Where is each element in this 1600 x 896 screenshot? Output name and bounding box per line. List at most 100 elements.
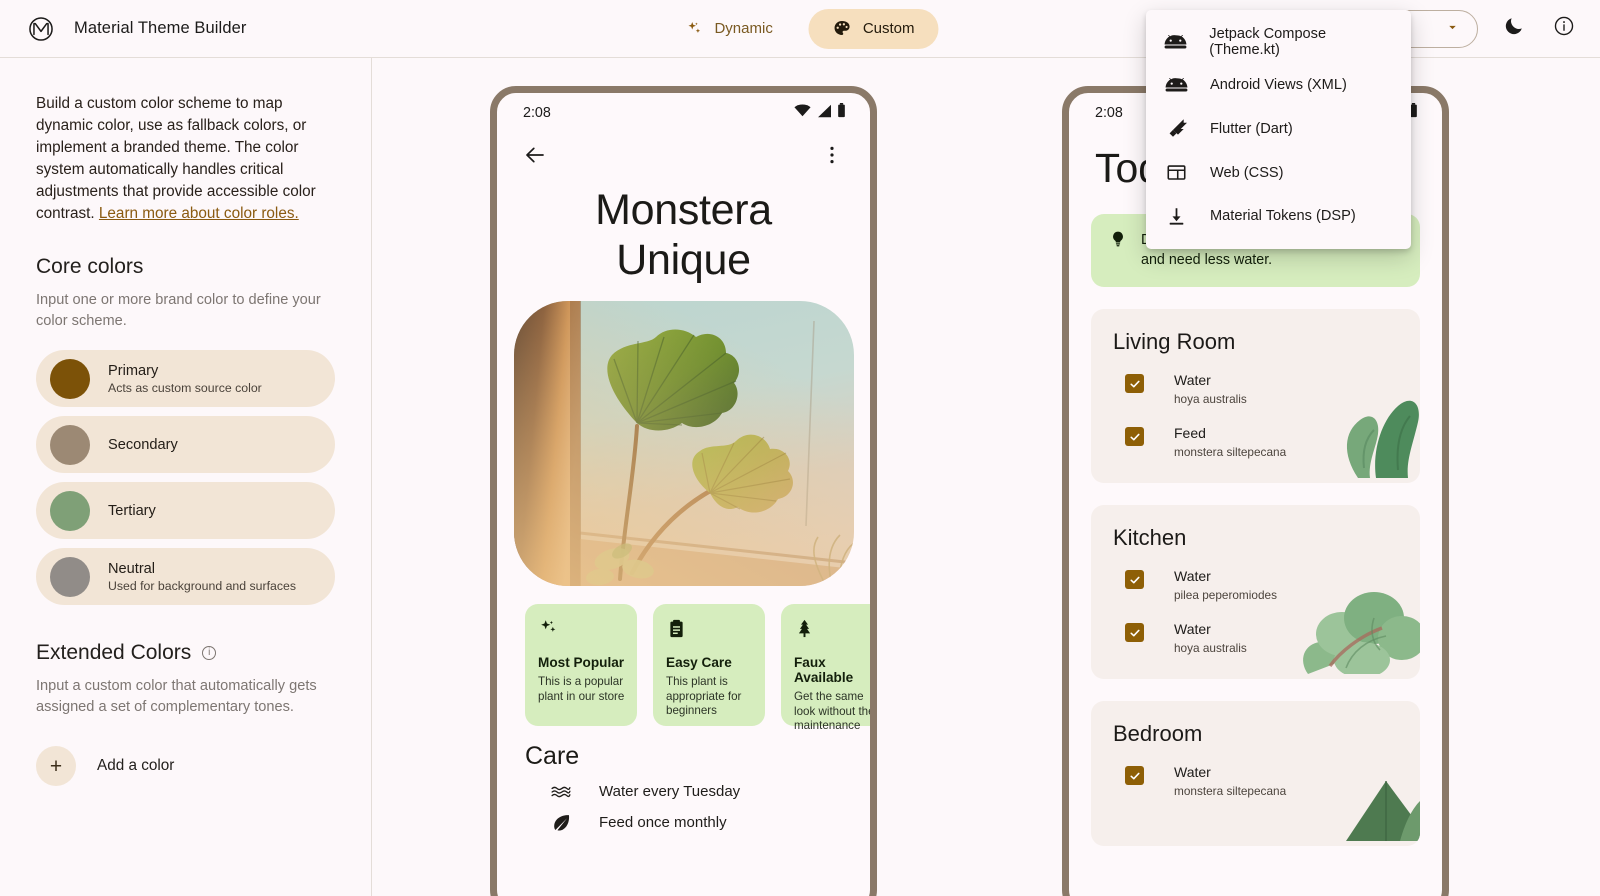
feature-card-desc: Get the same look without the maintenanc…	[794, 690, 875, 732]
color-dot-neutral[interactable]	[50, 556, 90, 597]
menu-item-material-tokens[interactable]: Material Tokens (DSP)	[1146, 194, 1411, 238]
task-plant: monstera siltepecana	[1174, 445, 1287, 459]
brand: Material Theme Builder	[0, 16, 246, 42]
water-waves-icon	[549, 784, 573, 800]
sparkle-icon	[685, 20, 703, 38]
care-item-label: Feed once monthly	[599, 814, 727, 831]
info-button[interactable]	[1550, 15, 1578, 43]
swatch-label-primary: Primary	[108, 362, 159, 379]
moon-icon	[1503, 15, 1525, 42]
info-circle-icon	[1553, 15, 1575, 42]
leaf-icon	[549, 812, 573, 833]
task-action: Feed	[1174, 425, 1206, 441]
color-dot-primary[interactable]	[50, 358, 90, 399]
sidebar-intro-text: Build a custom color scheme to map dynam…	[36, 95, 316, 222]
sidebar-intro: Build a custom color scheme to map dynam…	[36, 93, 335, 225]
sparkle-icon	[538, 618, 625, 644]
task-row[interactable]: Water hoya australis	[1091, 604, 1420, 657]
extended-colors-subtitle: Input a custom color that automatically …	[36, 678, 317, 715]
signal-icon	[816, 104, 832, 123]
core-colors-title: Core colors	[36, 255, 144, 278]
feature-card-title: Faux Available	[794, 655, 854, 685]
status-clock: 2:08	[523, 105, 551, 121]
tab-custom[interactable]: Custom	[808, 8, 939, 49]
care-item-label: Water every Tuesday	[599, 783, 741, 800]
menu-item-label: Jetpack Compose (Theme.kt)	[1209, 25, 1327, 58]
menu-item-label: Flutter (Dart)	[1210, 120, 1293, 137]
flutter-icon	[1164, 118, 1188, 139]
swatch-row-primary[interactable]: Primary Acts as custom source color	[36, 350, 335, 407]
task-plant: monstera siltepecana	[1174, 784, 1287, 798]
menu-item-label: Material Tokens (DSP)	[1210, 208, 1356, 225]
task-row[interactable]: Water pilea peperomiodes	[1091, 551, 1420, 604]
task-action: Water	[1174, 621, 1211, 637]
tab-dynamic-label: Dynamic	[714, 20, 773, 37]
swatch-row-neutral[interactable]: Neutral Used for background and surfaces	[36, 548, 335, 605]
plant-photo	[513, 301, 854, 586]
checkbox-checked[interactable]	[1125, 427, 1144, 446]
feature-card-title: Easy Care	[666, 655, 732, 670]
core-colors-subtitle: Input one or more brand color to define …	[36, 292, 321, 329]
tab-custom-label: Custom	[862, 20, 915, 37]
lightbulb-icon	[1109, 230, 1127, 253]
page-title: Material Theme Builder	[74, 19, 247, 37]
more-vertical-icon[interactable]	[820, 143, 844, 167]
dark-mode-toggle[interactable]	[1500, 15, 1528, 43]
web-window-icon	[1164, 162, 1188, 183]
download-icon	[1164, 206, 1188, 227]
swatch-label-secondary: Secondary	[108, 436, 178, 453]
task-row[interactable]: Feed monstera siltepecana	[1091, 408, 1420, 461]
task-action: Water	[1174, 372, 1211, 388]
feature-card[interactable]: Most Popular This is a popular plant in …	[525, 604, 637, 726]
menu-item-jetpack-compose[interactable]: Jetpack Compose (Theme.kt)	[1146, 20, 1411, 64]
swatch-label-tertiary: Tertiary	[108, 502, 156, 519]
color-roles-link[interactable]: Learn more about color roles.	[99, 205, 299, 222]
room-title: Kitchen	[1113, 525, 1187, 550]
task-plant: pilea peperomiodes	[1174, 588, 1277, 602]
swatch-desc-neutral: Used for background and surfaces	[108, 578, 296, 593]
menu-item-android-views[interactable]: Android Views (XML)	[1146, 64, 1411, 108]
chevron-down-icon	[1446, 21, 1459, 37]
status-bar: 2:08	[497, 93, 870, 133]
menu-item-web-css[interactable]: Web (CSS)	[1146, 151, 1411, 195]
tree-icon	[794, 618, 870, 644]
task-plant: hoya australis	[1174, 392, 1247, 406]
battery-icon	[837, 103, 846, 123]
app-bar	[497, 133, 870, 177]
extended-colors-header: Extended Colors i	[36, 641, 335, 665]
material-logo-icon	[28, 16, 54, 42]
menu-item-label: Android Views (XML)	[1210, 77, 1347, 94]
swatch-row-tertiary[interactable]: Tertiary	[36, 482, 335, 539]
menu-item-flutter[interactable]: Flutter (Dart)	[1146, 107, 1411, 151]
status-icon-group	[794, 103, 846, 123]
task-action: Water	[1174, 764, 1211, 780]
phone-preview-detail: 2:08 Monstera Unique Most Popular This i…	[490, 86, 877, 896]
swatch-row-secondary[interactable]: Secondary	[36, 416, 335, 473]
checkbox-checked[interactable]	[1125, 570, 1144, 589]
swatch-desc-primary: Acts as custom source color	[108, 380, 262, 395]
tab-dynamic[interactable]: Dynamic	[661, 9, 796, 49]
task-plant: hoya australis	[1174, 641, 1247, 655]
color-dot-secondary[interactable]	[50, 424, 90, 465]
checkbox-checked[interactable]	[1125, 623, 1144, 642]
feature-card[interactable]: Easy Care This plant is appropriate for …	[653, 604, 765, 726]
sidebar: Build a custom color scheme to map dynam…	[0, 58, 372, 896]
add-color-button[interactable]: + Add a color	[36, 746, 335, 786]
color-dot-tertiary[interactable]	[50, 490, 90, 531]
checkbox-checked[interactable]	[1125, 374, 1144, 393]
plus-icon: +	[36, 746, 76, 786]
preview-canvas: 2:08 Monstera Unique Most Popular This i…	[372, 58, 1600, 896]
plant-title: Monstera Unique	[595, 186, 772, 284]
palette-icon	[833, 19, 852, 38]
feature-card[interactable]: Faux Available Get the same look without…	[781, 604, 870, 732]
info-circle-icon[interactable]: i	[202, 646, 217, 660]
task-row[interactable]: Water hoya australis	[1091, 355, 1420, 408]
back-arrow-icon[interactable]	[523, 143, 547, 167]
room-card-bedroom: Bedroom Water monstera siltepecana	[1091, 701, 1420, 846]
extended-colors-title: Extended Colors	[36, 641, 192, 664]
task-row[interactable]: Water monstera siltepecana	[1091, 747, 1420, 800]
export-dropdown-menu: Jetpack Compose (Theme.kt) Android Views…	[1146, 10, 1411, 249]
android-icon	[1164, 78, 1188, 92]
checkbox-checked[interactable]	[1125, 766, 1144, 785]
menu-item-label: Web (CSS)	[1210, 164, 1284, 181]
